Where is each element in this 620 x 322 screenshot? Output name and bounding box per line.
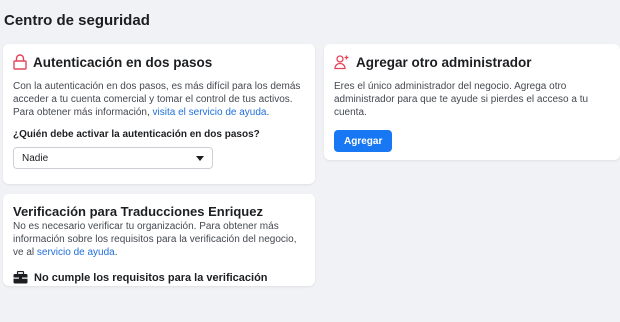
page-title: Centro de seguridad — [4, 12, 150, 29]
verification-card: Verificación para Traducciones Enriquez … — [3, 194, 315, 286]
briefcase-icon — [13, 271, 28, 284]
verification-status-text: No cumple los requisitos para la verific… — [34, 271, 268, 284]
verification-description-end: . — [114, 247, 118, 258]
two-factor-select-value: Nadie — [22, 152, 49, 164]
two-factor-header: Autenticación en dos pasos — [13, 54, 305, 70]
two-factor-description-end: . — [266, 107, 270, 118]
two-factor-description: Con la autenticación en dos pasos, es má… — [13, 80, 305, 119]
two-factor-question: ¿Quién debe activar la autenticación en … — [13, 129, 260, 140]
two-factor-help-link[interactable]: visita el servicio de ayuda — [153, 107, 267, 118]
two-factor-card: Autenticación en dos pasos Con la autent… — [3, 44, 315, 184]
add-admin-header: Agregar otro administrador — [334, 54, 612, 70]
add-admin-button[interactable]: Agregar — [334, 130, 393, 152]
add-admin-card: Agregar otro administrador Eres el único… — [324, 44, 620, 160]
add-person-icon — [334, 54, 350, 70]
add-admin-description: Eres el único administrador del negocio.… — [334, 81, 589, 118]
verification-help-link[interactable]: servicio de ayuda — [37, 247, 115, 258]
lock-icon — [13, 54, 27, 70]
verification-status: No cumple los requisitos para la verific… — [13, 271, 305, 284]
two-factor-title: Autenticación en dos pasos — [33, 54, 213, 70]
verification-description: No es necesario verificar tu organizació… — [13, 220, 305, 259]
verification-title: Verificación para Traducciones Enriquez — [13, 204, 263, 219]
chevron-down-icon — [196, 155, 204, 161]
two-factor-select[interactable]: Nadie — [13, 147, 213, 169]
add-admin-title: Agregar otro administrador — [356, 54, 532, 70]
